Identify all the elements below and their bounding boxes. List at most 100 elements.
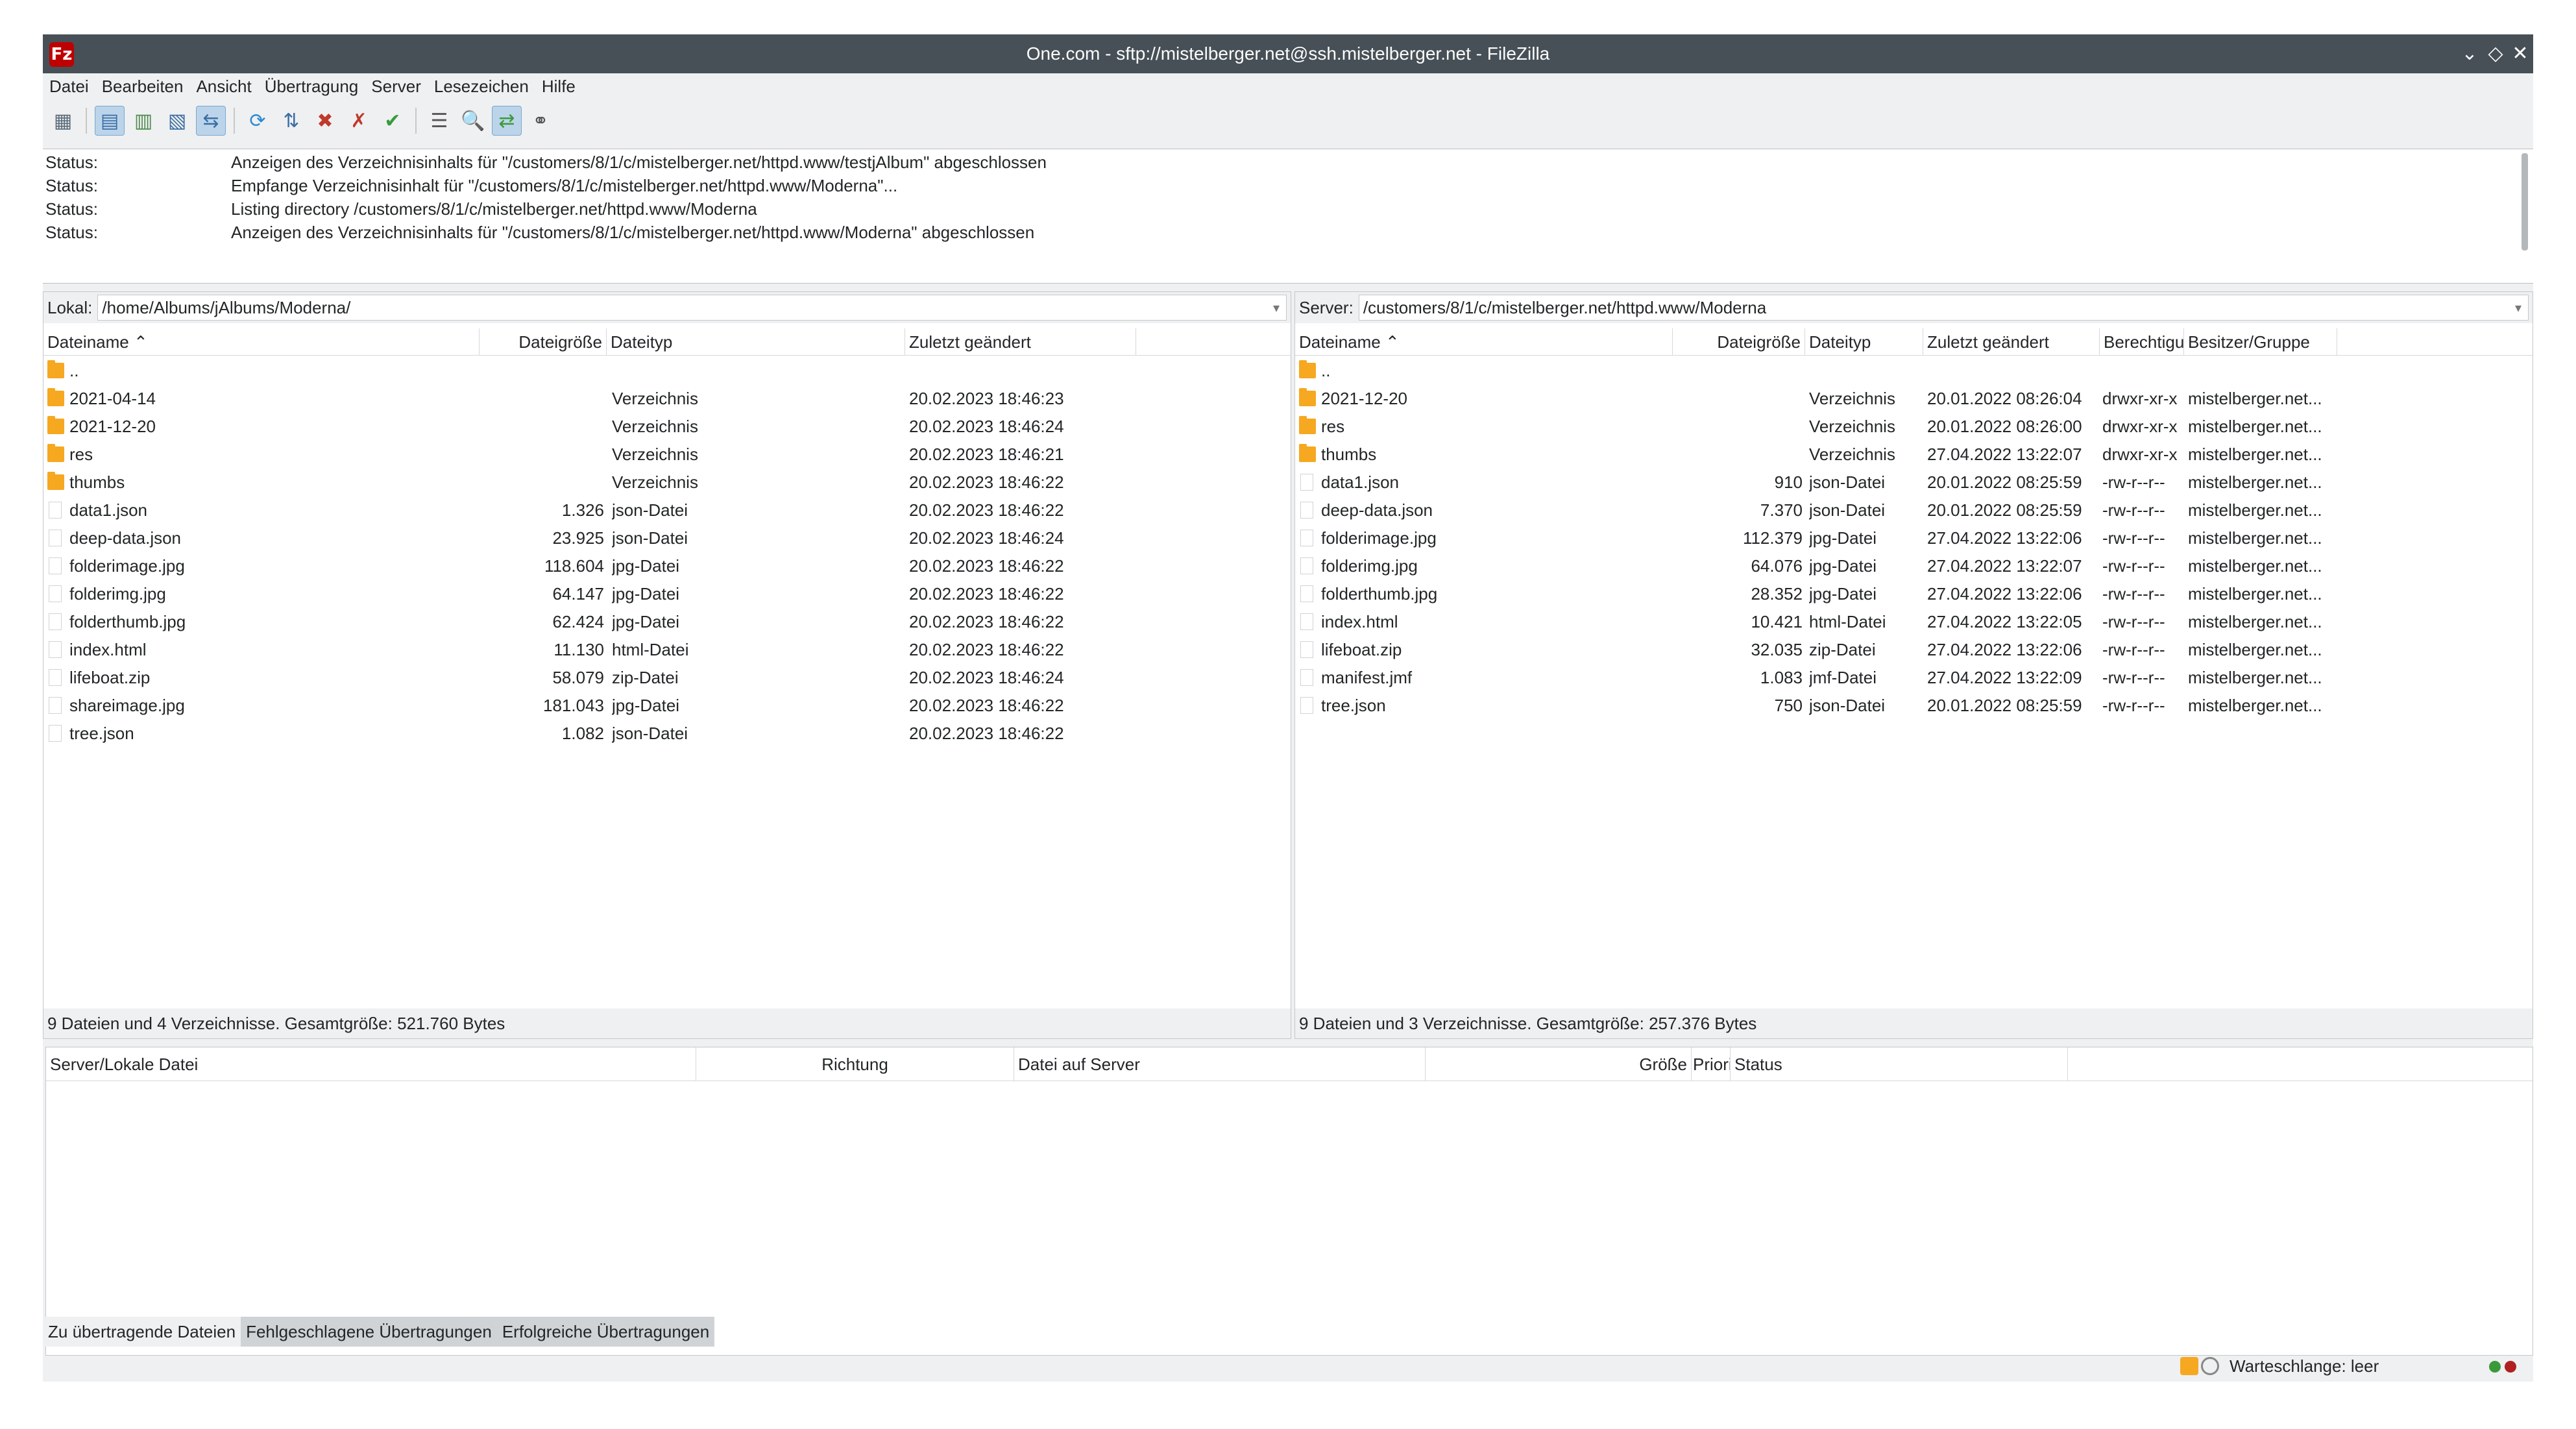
file-row[interactable]: thumbs Verzeichnis 20.02.2023 18:46:22 <box>43 469 1291 496</box>
chevron-down-icon[interactable]: ▾ <box>2515 295 2521 320</box>
remote-summary: 9 Dateien und 3 Verzeichnisse. Gesamtgrö… <box>1295 1008 2533 1038</box>
file-row[interactable]: folderimg.jpg 64.147 jpg-Datei 20.02.2023 1… <box>43 580 1291 608</box>
site-manager-icon[interactable]: ▦ <box>48 106 78 136</box>
log-scrollbar[interactable] <box>2521 153 2528 250</box>
cell-size <box>480 385 604 413</box>
file-icon <box>1300 585 1313 602</box>
file-row[interactable]: tree.json 750 json-Datei 20.01.2022 08:25:5… <box>1295 692 2533 720</box>
file-row[interactable]: 2021-04-14 Verzeichnis 20.02.2023 18:46:23 <box>43 385 1291 413</box>
file-row[interactable]: tree.json 1.082 json-Datei 20.02.2023 18:46… <box>43 720 1291 748</box>
column-type[interactable]: Dateityp <box>1805 328 1923 356</box>
queue-column-size[interactable]: Größe <box>1426 1047 1692 1081</box>
remote-path-value: /customers/8/1/c/mistelberger.net/httpd.… <box>1363 298 1767 317</box>
toggle-comparison-icon[interactable]: 🔍 <box>458 106 488 136</box>
tab-successful-transfers[interactable]: Erfolgreiche Übertragungen <box>496 1317 715 1347</box>
file-row[interactable]: shareimage.jpg 181.043 jpg-Datei 20.02.2023… <box>43 692 1291 720</box>
synchronized-browsing-icon[interactable]: ⇄ <box>492 106 522 136</box>
cell-size: 64.076 <box>1751 556 1803 576</box>
cell-type: jpg-Datei <box>612 612 680 631</box>
file-row[interactable]: folderthumb.jpg 28.352 jpg-Datei 27.04.2022… <box>1295 580 2533 608</box>
file-row[interactable]: lifeboat.zip 32.035 zip-Datei 27.04.2022 13… <box>1295 636 2533 664</box>
menu-hilfe[interactable]: Hilfe <box>542 77 576 97</box>
file-row[interactable]: thumbs Verzeichnis 27.04.2022 13:22:07 drwx… <box>1295 441 2533 469</box>
cell-modified: 20.02.2023 18:46:22 <box>909 640 1064 659</box>
message-log[interactable]: Status: Anzeigen des Verzeichnisinhalts f… <box>43 149 2533 284</box>
lock-icon[interactable] <box>2180 1357 2198 1375</box>
menu-lesezeichen[interactable]: Lesezeichen <box>434 77 529 97</box>
file-row[interactable]: data1.json 1.326 json-Datei 20.02.2023 18:4… <box>43 496 1291 524</box>
toggle-local-tree-icon[interactable]: ▥ <box>128 106 158 136</box>
queue-column-priority[interactable]: Priorität <box>1692 1047 1731 1081</box>
column-type[interactable]: Dateityp <box>607 328 905 356</box>
directory-listing-filter-icon[interactable]: ☰ <box>424 106 454 136</box>
toggle-queue-icon[interactable]: ⇆ <box>196 106 226 136</box>
file-row[interactable]: folderimage.jpg 118.604 jpg-Datei 20.02.202… <box>43 552 1291 580</box>
maximize-icon[interactable]: ◇ <box>2483 41 2509 67</box>
cell-type <box>1809 357 1919 385</box>
file-row[interactable]: folderimage.jpg 112.379 jpg-Datei 27.04.202… <box>1295 524 2533 552</box>
column-permissions[interactable]: Berechtigungen <box>2100 328 2184 356</box>
toggle-log-icon[interactable]: ▤ <box>95 106 125 136</box>
cell-type: json-Datei <box>612 528 688 548</box>
toolbar-separator <box>86 108 87 134</box>
file-row[interactable]: manifest.jmf 1.083 jmf-Datei 27.04.2022 13:… <box>1295 664 2533 692</box>
cancel-icon[interactable]: ✖ <box>310 106 340 136</box>
column-owner[interactable]: Besitzer/Gruppe <box>2184 328 2337 356</box>
remote-path-input[interactable]: /customers/8/1/c/mistelberger.net/httpd.… <box>1358 295 2529 321</box>
tab-queued-files[interactable]: Zu übertragende Dateien <box>43 1317 241 1347</box>
cell-perms <box>2102 357 2183 385</box>
remote-file-list[interactable]: .. 2021-12-20 Verzeichnis 20.01.2022 08:26:… <box>1295 357 2533 1005</box>
column-size[interactable]: Dateigröße <box>1673 328 1805 356</box>
file-row[interactable]: res Verzeichnis 20.02.2023 18:46:21 <box>43 441 1291 469</box>
chevron-down-icon[interactable]: ▾ <box>1273 295 1280 320</box>
column-modified[interactable]: Zuletzt geändert <box>905 328 1136 356</box>
queue-column-direction[interactable]: Richtung <box>696 1047 1014 1081</box>
file-row[interactable]: deep-data.json 7.370 json-Datei 20.01.2022 … <box>1295 496 2533 524</box>
file-row[interactable]: .. <box>1295 357 2533 385</box>
cell-perms: -rw-r--r-- <box>2102 612 2165 631</box>
reconnect-icon[interactable]: ✔ <box>378 106 407 136</box>
folder-icon <box>47 472 64 490</box>
minimize-icon[interactable]: ⌄ <box>2457 41 2483 67</box>
menu-server[interactable]: Server <box>371 77 421 97</box>
menu-bearbeiten[interactable]: Bearbeiten <box>102 77 184 97</box>
title-bar[interactable]: Fz One.com - sftp://mistelberger.net@ssh… <box>43 34 2533 73</box>
file-row[interactable]: index.html 10.421 html-Datei 27.04.2022 13:… <box>1295 608 2533 636</box>
cell-type: jpg-Datei <box>612 584 680 604</box>
process-queue-icon[interactable]: ⇅ <box>276 106 306 136</box>
file-row[interactable]: .. <box>43 357 1291 385</box>
queue-column-server-local[interactable]: Server/Lokale Datei <box>46 1047 696 1081</box>
local-path-bar: Lokal: /home/Albums/jAlbums/Moderna/ ▾ <box>43 292 1291 323</box>
file-row[interactable]: 2021-12-20 Verzeichnis 20.02.2023 18:46:24 <box>43 413 1291 441</box>
menu-uebertragung[interactable]: Übertragung <box>265 77 359 97</box>
disconnect-icon[interactable]: ✗ <box>344 106 374 136</box>
close-icon[interactable]: ✕ <box>2507 41 2533 67</box>
column-modified[interactable]: Zuletzt geändert <box>1923 328 2100 356</box>
file-row[interactable]: deep-data.json 23.925 json-Datei 20.02.2023… <box>43 524 1291 552</box>
file-row[interactable]: folderimg.jpg 64.076 jpg-Datei 27.04.2022 1… <box>1295 552 2533 580</box>
refresh-icon[interactable]: ⟳ <box>243 106 273 136</box>
transfer-queue[interactable]: Server/Lokale Datei Richtung Datei auf S… <box>45 1047 2533 1356</box>
file-row[interactable]: res Verzeichnis 20.01.2022 08:26:00 drwxr-x… <box>1295 413 2533 441</box>
folder-icon <box>47 416 64 434</box>
file-row[interactable]: data1.json 910 json-Datei 20.01.2022 08:25:… <box>1295 469 2533 496</box>
file-row[interactable]: lifeboat.zip 58.079 zip-Datei 20.02.2023 18… <box>43 664 1291 692</box>
queue-column-status[interactable]: Status <box>1731 1047 2068 1081</box>
local-file-list[interactable]: .. 2021-04-14 Verzeichnis 20.02.2023 18:46:… <box>43 357 1291 1005</box>
column-size[interactable]: Dateigröße <box>480 328 607 356</box>
menu-datei[interactable]: Datei <box>49 77 89 97</box>
speed-limit-icon[interactable] <box>2201 1357 2219 1375</box>
menu-ansicht[interactable]: Ansicht <box>196 77 251 97</box>
cell-type: jpg-Datei <box>612 696 680 715</box>
column-name[interactable]: Dateiname ⌃ <box>43 328 480 356</box>
column-name[interactable]: Dateiname ⌃ <box>1295 328 1673 356</box>
queue-column-remote-file[interactable]: Datei auf Server <box>1014 1047 1426 1081</box>
local-path-input[interactable]: /home/Albums/jAlbums/Moderna/ ▾ <box>97 295 1287 321</box>
file-row[interactable]: folderthumb.jpg 62.424 jpg-Datei 20.02.2023… <box>43 608 1291 636</box>
tab-failed-transfers[interactable]: Fehlgeschlagene Übertragungen <box>241 1317 497 1347</box>
file-row[interactable]: index.html 11.130 html-Datei 20.02.2023 18:… <box>43 636 1291 664</box>
file-icon <box>49 641 62 658</box>
file-row[interactable]: 2021-12-20 Verzeichnis 20.01.2022 08:26:04… <box>1295 385 2533 413</box>
toggle-remote-tree-icon[interactable]: ▧ <box>162 106 192 136</box>
search-icon[interactable]: ⚭ <box>526 106 555 136</box>
